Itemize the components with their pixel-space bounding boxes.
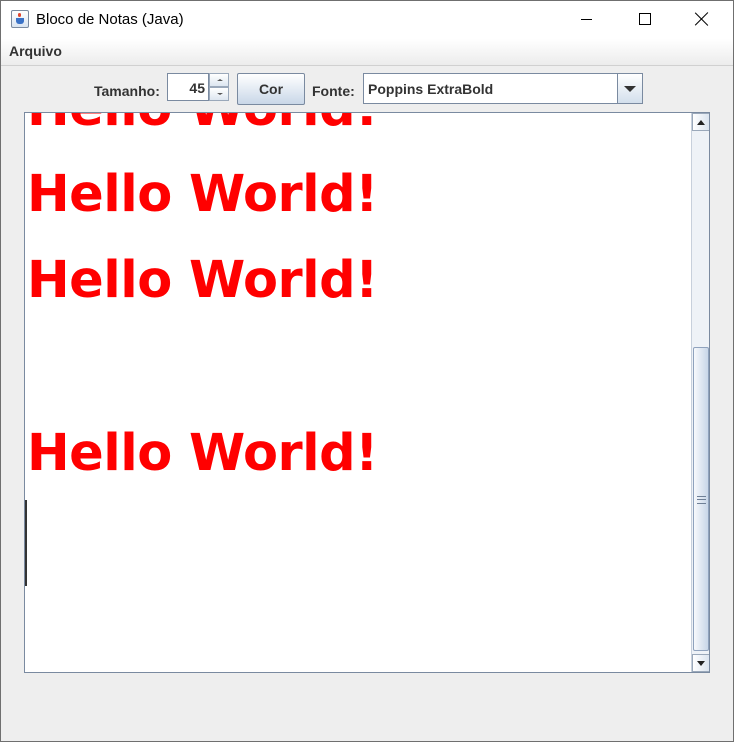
scroll-up-icon[interactable] [692, 113, 709, 131]
menu-arquivo[interactable]: Arquivo [9, 43, 62, 59]
app-window: Bloco de Notas (Java) Arquivo Tamanho: 4… [0, 0, 734, 742]
editor-line: Hello World! [27, 424, 378, 483]
minimize-icon [581, 19, 592, 20]
vertical-scrollbar[interactable] [691, 113, 709, 672]
window-title: Bloco de Notas (Java) [36, 11, 184, 28]
title-bar[interactable]: Bloco de Notas (Java) [1, 1, 733, 39]
font-dropdown[interactable]: Poppins ExtraBold [363, 73, 643, 104]
minimize-button[interactable] [557, 1, 615, 39]
spinner-down-icon[interactable] [209, 87, 229, 101]
font-dropdown-value: Poppins ExtraBold [368, 81, 494, 97]
size-label: Tamanho: [94, 83, 160, 99]
text-editor-scrollpane: Hello World! Hello World! Hello World! H… [24, 112, 710, 673]
java-app-icon [11, 10, 29, 28]
editor-line: Hello World! [27, 165, 378, 224]
font-size-spinner[interactable]: 45 [167, 73, 229, 103]
spinner-up-icon[interactable] [209, 73, 229, 87]
grip-icon [697, 496, 706, 504]
maximize-icon [639, 13, 651, 25]
editor-line: Hello World! [27, 251, 378, 310]
text-caret [25, 500, 27, 586]
chevron-down-icon[interactable] [617, 74, 642, 103]
scrollbar-thumb[interactable] [693, 347, 709, 651]
font-size-field[interactable]: 45 [167, 73, 209, 101]
color-button[interactable]: Cor [237, 73, 305, 105]
menu-bar: Arquivo [1, 39, 733, 66]
text-editor[interactable]: Hello World! Hello World! Hello World! H… [25, 113, 691, 672]
close-button[interactable] [673, 1, 731, 39]
scroll-down-icon[interactable] [692, 654, 709, 672]
font-label: Fonte: [312, 83, 355, 99]
close-icon [695, 12, 709, 26]
maximize-button[interactable] [615, 1, 673, 39]
editor-line: Hello World! [27, 113, 378, 134]
